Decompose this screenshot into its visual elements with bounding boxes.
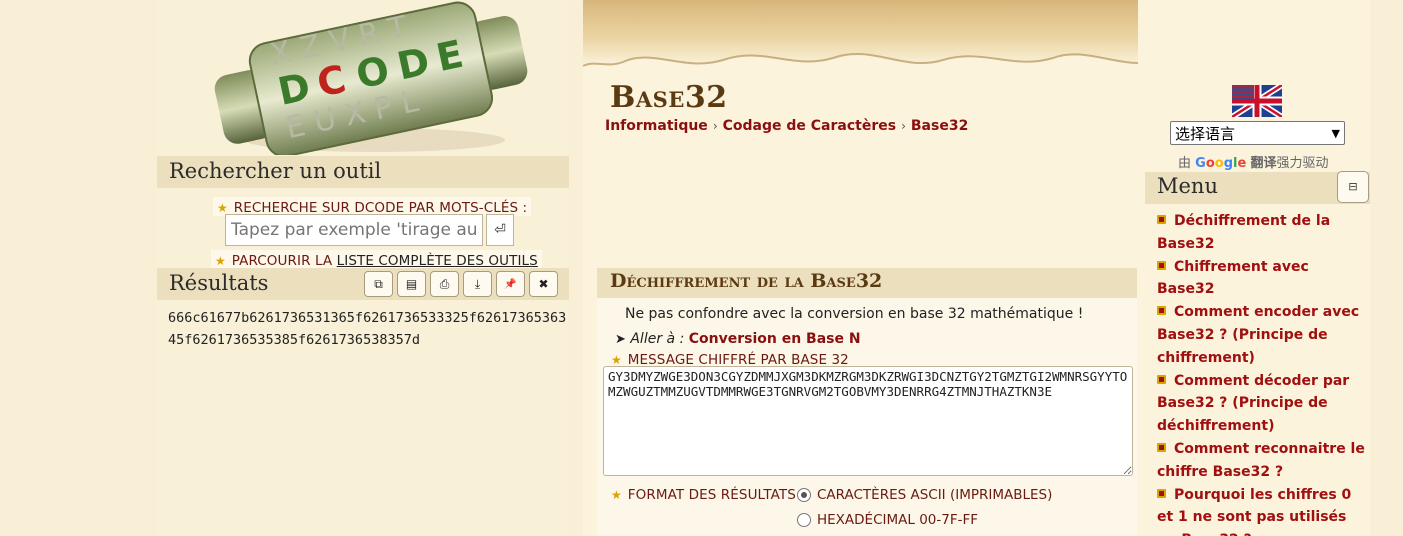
menu-item[interactable]: Déchiffrement de la Base32	[1157, 210, 1370, 256]
gt-suffix: 强力驱动	[1276, 156, 1329, 171]
cipher-textarea[interactable]: GY3DMYZWGE3DON3CGYZDMMJXGM3DKMZRGM3DKZRW…	[603, 366, 1133, 476]
menu-collapse-button[interactable]: ⊟	[1337, 171, 1369, 203]
collapse-icon: ⊟	[1348, 180, 1358, 193]
menu-item[interactable]: Comment reconnaitre le chiffre Base32 ?	[1157, 438, 1370, 484]
breadcrumb-base32[interactable]: Base32	[911, 118, 968, 134]
decrypt-panel: Déchiffrement de la Base32 Ne pas confon…	[597, 268, 1137, 536]
menu-list: Déchiffrement de la Base32 Chiffrement a…	[1157, 210, 1370, 536]
breadcrumb-separator-icon: ›	[712, 119, 718, 133]
format-label: FORMAT DES RÉSULTATS	[627, 487, 796, 503]
breadcrumb-codage[interactable]: Codage de Caractères	[723, 118, 896, 134]
dcode-logo[interactable]: X Z V R T E U X P L D C O D E	[205, 0, 535, 155]
print-icon: ⎙	[439, 276, 450, 291]
bullet-icon	[1157, 215, 1166, 224]
gt-prefix: 由	[1178, 156, 1192, 171]
menu-item[interactable]: Pourquoi les chiffres 0 et 1 ne sont pas…	[1157, 484, 1370, 536]
format-option-ascii[interactable]: CARACTÈRES ASCII (IMPRIMABLES)	[797, 487, 1052, 503]
arrow-icon: ➤	[615, 332, 626, 347]
results-toolbar: ⧉ ▤ ⎙ ⤓ 📌 ✖	[364, 271, 558, 297]
menu-item[interactable]: Comment décoder par Base32 ? (Principe d…	[1157, 370, 1370, 438]
google-translate-credit: 由 Google 翻译强力驱动	[1178, 152, 1328, 171]
goto-prefix: Aller à :	[630, 331, 685, 347]
browse-row: ★ PARCOURIR LA LISTE COMPLÈTE DES OUTILS	[211, 250, 542, 269]
panel-title: Déchiffrement de la Base32	[597, 268, 1137, 298]
bullet-icon	[1157, 260, 1166, 270]
full-tool-list-link[interactable]: LISTE COMPLÈTE DES OUTILS	[337, 253, 538, 269]
print-button[interactable]: ⎙	[430, 271, 459, 297]
close-icon: ✖	[538, 277, 549, 291]
breadcrumb-informatique[interactable]: Informatique	[605, 118, 708, 134]
chevron-down-icon: ▼	[1331, 126, 1340, 140]
star-icon: ★	[217, 201, 228, 215]
copy-all-icon: ▤	[405, 277, 418, 291]
bullet-icon	[1157, 306, 1166, 316]
star-icon: ★	[611, 353, 622, 367]
pin-icon: 📌	[504, 278, 517, 290]
star-icon: ★	[611, 488, 622, 502]
main-content: Base32 Informatique › Codage de Caractères…	[583, 0, 1370, 536]
menu-item[interactable]: Comment encoder avec Base32 ? (Principe …	[1157, 301, 1370, 369]
language-select-value: 选择语言	[1175, 124, 1236, 143]
close-results-button[interactable]: ✖	[529, 271, 558, 297]
copy-all-button[interactable]: ▤	[397, 271, 426, 297]
format-option-label: CARACTÈRES ASCII (IMPRIMABLES)	[817, 487, 1053, 503]
result-output[interactable]: 666c61677b6261736531365f6261736533325f62…	[168, 307, 568, 351]
search-submit-button[interactable]: ⏎	[486, 214, 514, 246]
radio-unselected-icon[interactable]	[797, 513, 811, 527]
bullet-icon	[1157, 442, 1166, 452]
panel-note: Ne pas confondre avec la conversion en b…	[625, 306, 1084, 322]
breadcrumb-separator-icon: ›	[901, 119, 906, 133]
star-icon: ★	[215, 254, 226, 268]
format-label-row: ★ FORMAT DES RÉSULTATS	[611, 484, 796, 503]
menu-item[interactable]: Chiffrement avec Base32	[1157, 256, 1370, 302]
bullet-icon	[1157, 488, 1166, 498]
page-title: Base32	[610, 80, 728, 115]
browse-prefix: PARCOURIR LA	[231, 253, 337, 269]
google-logo[interactable]: Google	[1195, 156, 1246, 171]
format-option-label: HEXADÉCIMAL 00-7F-FF	[817, 512, 978, 528]
goto-link-base-n[interactable]: Conversion en Base N	[689, 331, 861, 347]
copy-icon: ⧉	[374, 276, 383, 291]
search-input[interactable]	[225, 214, 483, 246]
left-sidebar: X Z V R T E U X P L D C O D E Rechercher…	[157, 0, 569, 536]
language-select[interactable]: 选择语言 ▼	[1170, 121, 1345, 145]
goto-row: ➤ Aller à : Conversion en Base N	[615, 331, 861, 347]
format-option-hex[interactable]: HEXADÉCIMAL 00-7F-FF	[797, 512, 978, 528]
download-button[interactable]: ⤓	[463, 271, 492, 297]
pin-button[interactable]: 📌	[496, 271, 525, 297]
uk-flag-icon[interactable]	[1232, 85, 1282, 117]
radio-selected-icon[interactable]	[797, 488, 811, 502]
search-section-title: Rechercher un outil	[157, 156, 569, 188]
bullet-icon	[1157, 374, 1166, 384]
results-title: Résultats	[169, 271, 269, 295]
right-sidebar: 选择语言 ▼ 由 Google 翻译强力驱动 Menu ⊟ Déchiffrem…	[1138, 0, 1370, 536]
breadcrumb: Informatique › Codage de Caractères › Base32	[605, 118, 968, 134]
search-row: ⏎	[225, 214, 514, 246]
download-icon: ⤓	[474, 276, 481, 291]
copy-button[interactable]: ⧉	[364, 271, 393, 297]
gt-suffix-bold: 翻译	[1250, 156, 1277, 171]
